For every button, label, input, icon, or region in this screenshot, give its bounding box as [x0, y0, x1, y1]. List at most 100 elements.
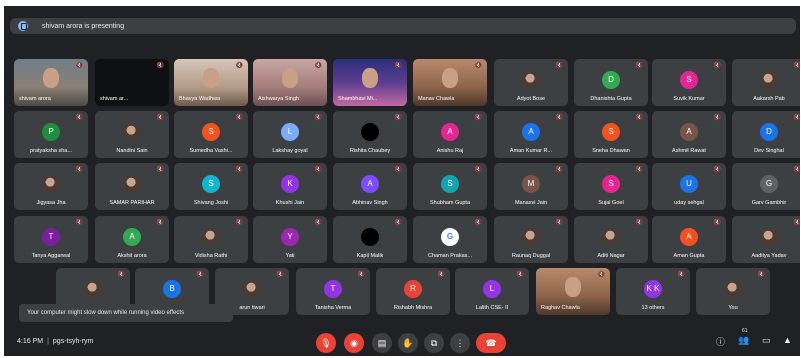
participant-tile[interactable]: 🔇 Jigyasa Jha	[14, 163, 88, 210]
participant-tile[interactable]: 🔇 Raghav Chawla	[536, 268, 610, 315]
mic-muted-icon: 🔇	[635, 220, 643, 226]
participant-tile[interactable]: A 🔇 Akshit arora	[95, 216, 169, 263]
participant-name: Sumedha Vashi...	[189, 148, 233, 154]
participant-tile[interactable]: 🔇 You	[696, 268, 770, 315]
camera-toggle-button[interactable]: ◉	[344, 333, 364, 353]
participant-tile[interactable]: 🔇 Vidisha Rathi	[174, 216, 248, 263]
participant-tile[interactable]: L 🔇 Lalith CSE- II	[455, 268, 529, 315]
bottom-bar: 4:16 PM | pgs-tsyh-rym 🎙 ◉ ▤ ✋ ⧉ ⋮ ☎ ⓘ 👥 6…	[4, 328, 800, 356]
participant-name: Aman Kumar R...	[509, 148, 553, 154]
participant-tile[interactable]: 🔇 Aishwarya Singh	[253, 59, 327, 106]
participant-tile[interactable]: 🔇 Rishita Chaubey	[333, 111, 407, 158]
mic-muted-icon: 🔇	[635, 167, 643, 173]
participant-tile[interactable]: 🔇 Manav Chawla	[413, 59, 487, 106]
present-now-button[interactable]: ⧉	[424, 333, 444, 353]
participant-tile[interactable]: T 🔇 Tanya Aggarwal	[14, 216, 88, 263]
mic-muted-icon: 🔇	[597, 272, 605, 278]
participant-tile[interactable]: R 🔇 Rishabh Mishra	[376, 268, 450, 315]
avatar: T	[42, 228, 60, 246]
mic-muted-icon: 🔇	[156, 115, 164, 121]
participant-tile[interactable]: 🔇 Shambhavi Mi...	[333, 59, 407, 106]
participant-tile[interactable]: G 🔇 Garv Gambhir	[732, 163, 800, 210]
participant-name: Shubham Gupta	[429, 200, 471, 206]
avatar: S	[602, 123, 620, 141]
participant-tile[interactable]: A 🔇 Anishu Raj	[413, 111, 487, 158]
mic-muted-icon: 🔇	[196, 272, 204, 278]
participant-name: Lakshay goyal	[272, 148, 308, 154]
participant-tile[interactable]: D 🔇 Dhanishta Gupta	[574, 59, 648, 106]
participant-tile[interactable]: A 🔇 Aman Kumar R...	[494, 111, 568, 158]
mic-muted-icon: 🔇	[474, 220, 482, 226]
participant-face	[282, 68, 298, 88]
participant-tile[interactable]: 🔇 shivam arora	[14, 59, 88, 106]
participant-tile[interactable]: S 🔇 Sumedha Vashi...	[174, 111, 248, 158]
participant-tile[interactable]: S 🔇 Sujal Goel	[574, 163, 648, 210]
participant-tile[interactable]: 🔇 Kapil Malik	[333, 216, 407, 263]
participant-face	[203, 68, 219, 88]
participant-tile[interactable]: 🔇 Bhavya Wadhwa	[174, 59, 248, 106]
participant-tile[interactable]: L 🔇 Lakshay goyal	[253, 111, 327, 158]
mic-muted-icon: 🔇	[555, 220, 563, 226]
participant-tile[interactable]: 🔇 Aditi Nagar	[574, 216, 648, 263]
activities-icon[interactable]: ▲	[783, 335, 792, 345]
avatar: A	[441, 123, 459, 141]
avatar	[602, 228, 620, 246]
avatar	[760, 71, 778, 89]
mic-muted-icon: 🔇	[793, 63, 800, 69]
participant-tile[interactable]: T 🔇 Tanisha Verma	[296, 268, 370, 315]
avatar: D	[602, 71, 620, 89]
participant-tile[interactable]: A 🔇 Aman Gupta	[652, 216, 726, 263]
participant-tile[interactable]: S 🔇 Suvik Kumar	[652, 59, 726, 106]
participant-tile[interactable]: 🔇 SAMAR PARIHAR	[95, 163, 169, 210]
participant-face	[565, 277, 581, 297]
mic-muted-icon: 🔇	[713, 115, 721, 121]
participant-tile[interactable]: S 🔇 Shubham Gupta	[413, 163, 487, 210]
participant-tile[interactable]: S 🔇 Sneha Dhawan	[574, 111, 648, 158]
participant-tile[interactable]: M 🔇 Manasvi Jain	[494, 163, 568, 210]
participant-tile[interactable]: P 🔇 pratyaksha sha...	[14, 111, 88, 158]
participant-tile[interactable]: 🔇 shivam ar...	[95, 59, 169, 106]
avatar: A	[361, 175, 379, 193]
avatar	[760, 228, 778, 246]
participant-name: Adyot Bose	[516, 96, 546, 102]
mic-muted-icon: 🔇	[75, 115, 83, 121]
info-icon[interactable]: ⓘ	[716, 335, 725, 348]
more-options-button[interactable]: ⋮	[450, 333, 470, 353]
mic-toggle-button[interactable]: 🎙	[316, 333, 336, 353]
participant-tile[interactable]: 🔇 Adyot Bose	[494, 59, 568, 106]
raise-hand-button[interactable]: ✋	[398, 333, 418, 353]
participant-tile[interactable]: 🔇 Aakarsh Pab	[732, 59, 800, 106]
participant-tile[interactable]: D 🔇 Dev Singhal	[732, 111, 800, 158]
participant-tile[interactable]: S 🔇 Shivang Joshi	[174, 163, 248, 210]
participant-tile[interactable]: A 🔇 Ashmit Rawat	[652, 111, 726, 158]
captions-button[interactable]: ▤	[372, 333, 392, 353]
participant-tile[interactable]: G 🔇 Chaman Prakas...	[413, 216, 487, 263]
avatar: U	[680, 175, 698, 193]
participant-name: Aakarsh Pab	[753, 96, 785, 102]
participant-name: Garv Gambhir	[751, 200, 787, 206]
mic-muted-icon: 🔇	[357, 272, 365, 278]
chat-icon[interactable]: ▭	[762, 335, 771, 346]
participant-name: Akshit arora	[117, 253, 147, 259]
participant-name: Sneha Dhawan	[592, 148, 630, 154]
participant-tile[interactable]: 🔇 Raunaq Duggal	[494, 216, 568, 263]
participant-name: Manasvi Jain	[514, 200, 548, 206]
mic-muted-icon: 🔇	[474, 167, 482, 173]
leave-call-button[interactable]: ☎	[476, 333, 506, 353]
participant-tile[interactable]: K K 🔇 13 others	[616, 268, 690, 315]
people-button[interactable]: 👥 61	[738, 328, 749, 346]
participant-tile[interactable]: A 🔇 Abhinav Singh	[333, 163, 407, 210]
participant-tile[interactable]: U 🔇 uday sehgal	[652, 163, 726, 210]
avatar: T	[324, 280, 342, 298]
mic-muted-icon: 🔇	[635, 115, 643, 121]
avatar	[202, 228, 220, 246]
mic-off-icon: 🎙	[320, 338, 332, 348]
participant-tile[interactable]: 🔇 Nandini Sain	[95, 111, 169, 158]
avatar	[522, 228, 540, 246]
participant-tile[interactable]: K 🔇 Khushi Jain	[253, 163, 327, 210]
participant-tile[interactable]: 🔇 Aaditya Yadav	[732, 216, 800, 263]
participant-tile[interactable]: Y 🔇 Yati	[253, 216, 327, 263]
mic-muted-icon: 🔇	[314, 167, 322, 173]
participant-name: pratyaksha sha...	[30, 148, 72, 154]
mic-muted-icon: 🔇	[314, 63, 322, 69]
